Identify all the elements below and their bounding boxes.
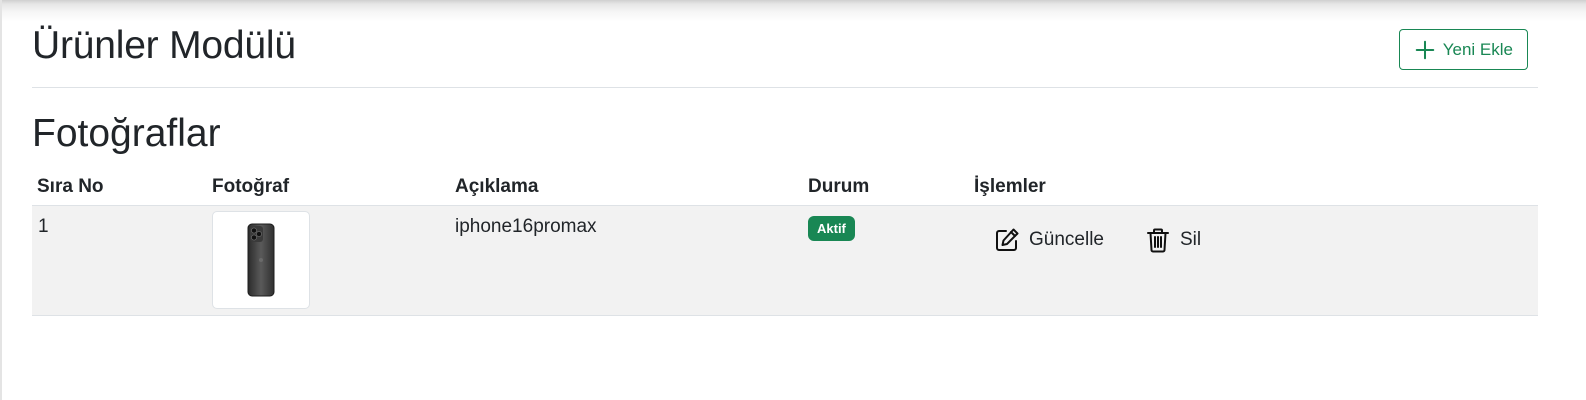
browser-top-shadow xyxy=(0,0,1586,22)
table-row: 1 iphone16promax Aktif Güncelle Sil xyxy=(32,206,1538,316)
update-button[interactable]: Güncelle xyxy=(993,223,1104,257)
product-photo xyxy=(212,211,310,309)
status-badge: Aktif xyxy=(808,216,855,241)
plus-icon xyxy=(1414,39,1436,61)
trash-icon xyxy=(1144,226,1172,254)
update-button-label: Güncelle xyxy=(1029,229,1104,250)
page-header: Ürünler Modülü Yeni Ekle xyxy=(32,22,1538,88)
delete-button-label: Sil xyxy=(1180,229,1202,250)
section-title: Fotoğraflar xyxy=(32,112,221,155)
add-new-button-label: Yeni Ekle xyxy=(1442,39,1513,59)
column-header-description: Açıklama xyxy=(455,176,539,197)
add-new-button[interactable]: Yeni Ekle xyxy=(1398,29,1528,70)
column-header-order: Sıra No xyxy=(37,176,104,197)
edit-icon xyxy=(993,226,1021,254)
photos-table: Sıra No Fotoğraf Açıklama Durum İşlemler… xyxy=(32,172,1538,316)
row-description: iphone16promax xyxy=(455,216,597,237)
column-header-photo: Fotoğraf xyxy=(212,176,290,197)
column-header-status: Durum xyxy=(808,176,870,197)
page-title: Ürünler Modülü xyxy=(32,24,296,67)
phone-icon xyxy=(246,223,276,297)
delete-button[interactable]: Sil xyxy=(1144,223,1201,257)
row-order: 1 xyxy=(38,216,49,237)
table-header: Sıra No Fotoğraf Açıklama Durum İşlemler xyxy=(32,172,1538,206)
left-border xyxy=(0,0,2,400)
column-header-actions: İşlemler xyxy=(974,176,1046,197)
